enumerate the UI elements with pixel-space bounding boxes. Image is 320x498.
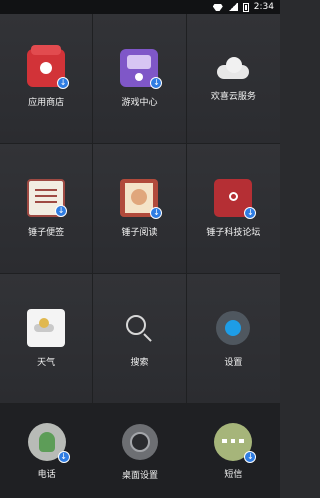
- forum-icon: ↓: [214, 179, 257, 219]
- search-tile[interactable]: 搜索: [93, 274, 187, 404]
- battery-icon: [242, 2, 249, 12]
- game-center-icon: ↓: [120, 49, 163, 89]
- dock: ↓ 电话 桌面设置 ↓ 短信: [0, 404, 280, 498]
- download-badge-icon: ↓: [57, 77, 70, 89]
- dock-label: 短信: [224, 469, 243, 480]
- forum-tile[interactable]: ↓ 锤子科技论坛: [186, 144, 280, 274]
- status-time: 2:34: [253, 2, 274, 12]
- dock-label: 桌面设置: [121, 470, 158, 481]
- game-center-tile[interactable]: ↓ 游戏中心: [93, 14, 187, 144]
- notes-icon: ↓: [27, 179, 68, 217]
- download-badge-icon: ↓: [57, 450, 70, 463]
- app-label: 锤子阅读: [121, 228, 158, 238]
- download-badge-icon: ↓: [244, 207, 257, 219]
- cloud-icon: [213, 55, 253, 81]
- status-bar: 2:34: [0, 0, 280, 14]
- messages-dock-item[interactable]: ↓ 短信: [187, 404, 280, 498]
- app-label: 欢喜云服务: [210, 92, 256, 102]
- dock-label: 电话: [37, 469, 56, 480]
- desktop-settings-icon: [120, 422, 160, 462]
- app-grid: ↓ 应用商店 ↓ 游戏中心 欢喜云服务 ↓ 锤子便签 ↓ 锤子阅读 ↓ 锤子科技…: [0, 14, 280, 404]
- app-label: 设置: [224, 358, 243, 368]
- signal-icon: [227, 3, 238, 11]
- weather-tile[interactable]: 天气: [0, 274, 94, 404]
- app-store-tile[interactable]: ↓ 应用商店: [0, 14, 94, 144]
- phone-icon: ↓: [27, 422, 70, 463]
- weather-icon: [27, 309, 66, 347]
- download-badge-icon: ↓: [55, 205, 68, 217]
- cloud-service-tile[interactable]: 欢喜云服务: [186, 14, 280, 144]
- wifi-icon: [213, 4, 223, 11]
- download-badge-icon: ↓: [150, 77, 163, 89]
- app-label: 应用商店: [28, 98, 65, 108]
- search-icon: [120, 309, 158, 347]
- messages-icon: ↓: [214, 422, 257, 463]
- settings-tile[interactable]: 设置: [186, 274, 280, 404]
- app-label: 天气: [37, 358, 56, 368]
- settings-icon: [214, 309, 252, 347]
- app-store-icon: ↓: [27, 45, 70, 89]
- phone-dock-item[interactable]: ↓ 电话: [0, 404, 93, 498]
- app-label: 锤子便签: [28, 228, 65, 238]
- reader-icon: ↓: [120, 179, 163, 219]
- app-label: 锤子科技论坛: [206, 228, 261, 238]
- download-badge-icon: ↓: [150, 207, 163, 219]
- notes-tile[interactable]: ↓ 锤子便签: [0, 144, 94, 274]
- reader-tile[interactable]: ↓ 锤子阅读: [93, 144, 187, 274]
- desktop-settings-dock-item[interactable]: 桌面设置: [93, 404, 186, 498]
- app-label: 搜索: [130, 358, 149, 368]
- download-badge-icon: ↓: [244, 450, 257, 463]
- app-label: 游戏中心: [121, 98, 158, 108]
